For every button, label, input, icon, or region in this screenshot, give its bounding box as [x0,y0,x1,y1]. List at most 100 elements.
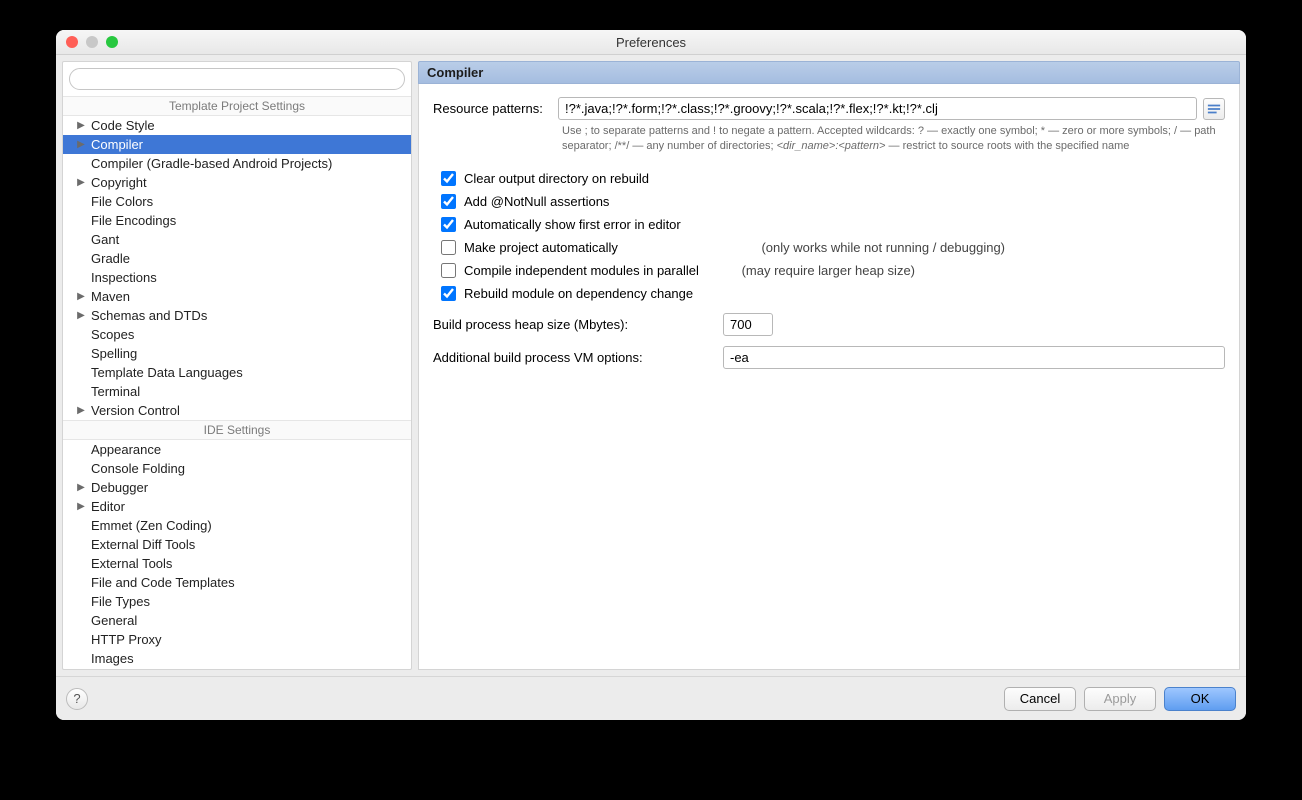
checkbox[interactable] [441,240,456,255]
tree-item[interactable]: External Tools [63,554,411,573]
traffic-lights [66,36,118,48]
tree-item-label: Appearance [87,442,161,457]
tree-item-label: External Tools [87,556,172,571]
tree-item-label: Compiler (Gradle-based Android Projects) [87,156,332,171]
checkbox-label: Rebuild module on dependency change [464,286,693,301]
tree-item-label: Console Folding [87,461,185,476]
checkbox[interactable] [441,263,456,278]
tree-section-header: IDE Settings [63,420,411,440]
checkbox-row: Compile independent modules in parallel(… [441,259,1225,282]
tree-item-label: Code Style [87,118,155,133]
checkbox-row: Add @NotNull assertions [441,190,1225,213]
tree-item[interactable]: Gradle [63,249,411,268]
tree-item-label: Inspections [87,270,157,285]
ok-button[interactable]: OK [1164,687,1236,711]
tree-item[interactable]: File Colors [63,192,411,211]
panel-title: Compiler [418,61,1240,84]
tree-item[interactable]: Template Data Languages [63,363,411,382]
disclosure-arrow-icon: ▶ [75,405,87,416]
tree-item-label: Copyright [87,175,147,190]
tree-item-label: Emmet (Zen Coding) [87,518,212,533]
tree-item[interactable]: ▶Copyright [63,173,411,192]
tree-item-label: Editor [87,499,125,514]
checkbox[interactable] [441,194,456,209]
tree-item-label: File Encodings [87,213,176,228]
tree-item-label: File and Code Templates [87,575,235,590]
disclosure-arrow-icon: ▶ [75,177,87,188]
tree-item-label: Maven [87,289,130,304]
tree-item-label: File Types [87,594,150,609]
apply-button: Apply [1084,687,1156,711]
tree-item[interactable]: Gant [63,230,411,249]
tree-item[interactable]: Emmet (Zen Coding) [63,516,411,535]
checkbox-label: Make project automatically [464,240,618,255]
tree-item[interactable]: Inspections [63,268,411,287]
tree-item[interactable]: ▶Maven [63,287,411,306]
vm-options-input[interactable] [723,346,1225,369]
tree-item[interactable]: HTTP Proxy [63,630,411,649]
tree-item[interactable]: General [63,611,411,630]
tree-item-label: Scopes [87,327,134,342]
tree-item[interactable]: ▶Code Style [63,116,411,135]
tree-item[interactable]: Compiler (Gradle-based Android Projects) [63,154,411,173]
checkbox-row: Automatically show first error in editor [441,213,1225,236]
tree-item-label: External Diff Tools [87,537,195,552]
checkbox-label: Add @NotNull assertions [464,194,609,209]
disclosure-arrow-icon: ▶ [75,120,87,131]
checkbox[interactable] [441,286,456,301]
checkbox-row: Rebuild module on dependency change [441,282,1225,305]
disclosure-arrow-icon: ▶ [75,291,87,302]
checkbox[interactable] [441,171,456,186]
tree-item-label: Images [87,651,134,666]
checkbox-label: Automatically show first error in editor [464,217,681,232]
tree-item[interactable]: File Types [63,592,411,611]
resource-help-text: Use ; to separate patterns and ! to nega… [562,124,1225,155]
tree-item-label: File Colors [87,194,153,209]
tree-section-header: Template Project Settings [63,96,411,116]
disclosure-arrow-icon: ▶ [75,482,87,493]
checkbox-hint: (only works while not running / debuggin… [761,240,1225,255]
preferences-window: Preferences Template Project Settings▶Co… [56,30,1246,720]
tree-item[interactable]: File Encodings [63,211,411,230]
checkbox-row: Clear output directory on rebuild [441,167,1225,190]
settings-tree[interactable]: Template Project Settings▶Code Style▶Com… [63,96,411,669]
tree-item-label: Terminal [87,384,140,399]
tree-item-label: Debugger [87,480,148,495]
close-icon[interactable] [66,36,78,48]
checkbox-label: Clear output directory on rebuild [464,171,649,186]
search-input[interactable] [69,68,405,90]
tree-item[interactable]: External Diff Tools [63,535,411,554]
tree-item-label: General [87,613,137,628]
tree-item-label: Template Data Languages [87,365,243,380]
tree-item-label: Gradle [87,251,130,266]
heap-size-input[interactable] [723,313,773,336]
tree-item[interactable]: Scopes [63,325,411,344]
tree-item[interactable]: ▶Schemas and DTDs [63,306,411,325]
zoom-icon[interactable] [106,36,118,48]
tree-item[interactable]: ▶Compiler [63,135,411,154]
dialog-footer: ? Cancel Apply OK [56,676,1246,720]
cancel-button[interactable]: Cancel [1004,687,1076,711]
tree-item[interactable]: Images [63,649,411,668]
disclosure-arrow-icon: ▶ [75,501,87,512]
checkbox[interactable] [441,217,456,232]
help-button[interactable]: ? [66,688,88,710]
tree-item[interactable]: Appearance [63,440,411,459]
tree-item[interactable]: ▶Debugger [63,478,411,497]
tree-item[interactable]: Terminal [63,382,411,401]
sidebar: Template Project Settings▶Code Style▶Com… [62,61,412,670]
resource-patterns-input[interactable] [558,97,1197,120]
disclosure-arrow-icon: ▶ [75,310,87,321]
expand-field-button[interactable] [1203,98,1225,120]
tree-item-label: Gant [87,232,119,247]
window-title: Preferences [56,35,1246,50]
resource-patterns-label: Resource patterns: [433,101,558,116]
tree-item[interactable]: Spelling [63,344,411,363]
minimize-icon [86,36,98,48]
main-panel: Compiler Resource patterns: Use ; to sep… [418,61,1240,670]
tree-item[interactable]: File and Code Templates [63,573,411,592]
tree-item[interactable]: ▶Version Control [63,401,411,420]
titlebar: Preferences [56,30,1246,55]
tree-item[interactable]: Console Folding [63,459,411,478]
tree-item[interactable]: ▶Editor [63,497,411,516]
